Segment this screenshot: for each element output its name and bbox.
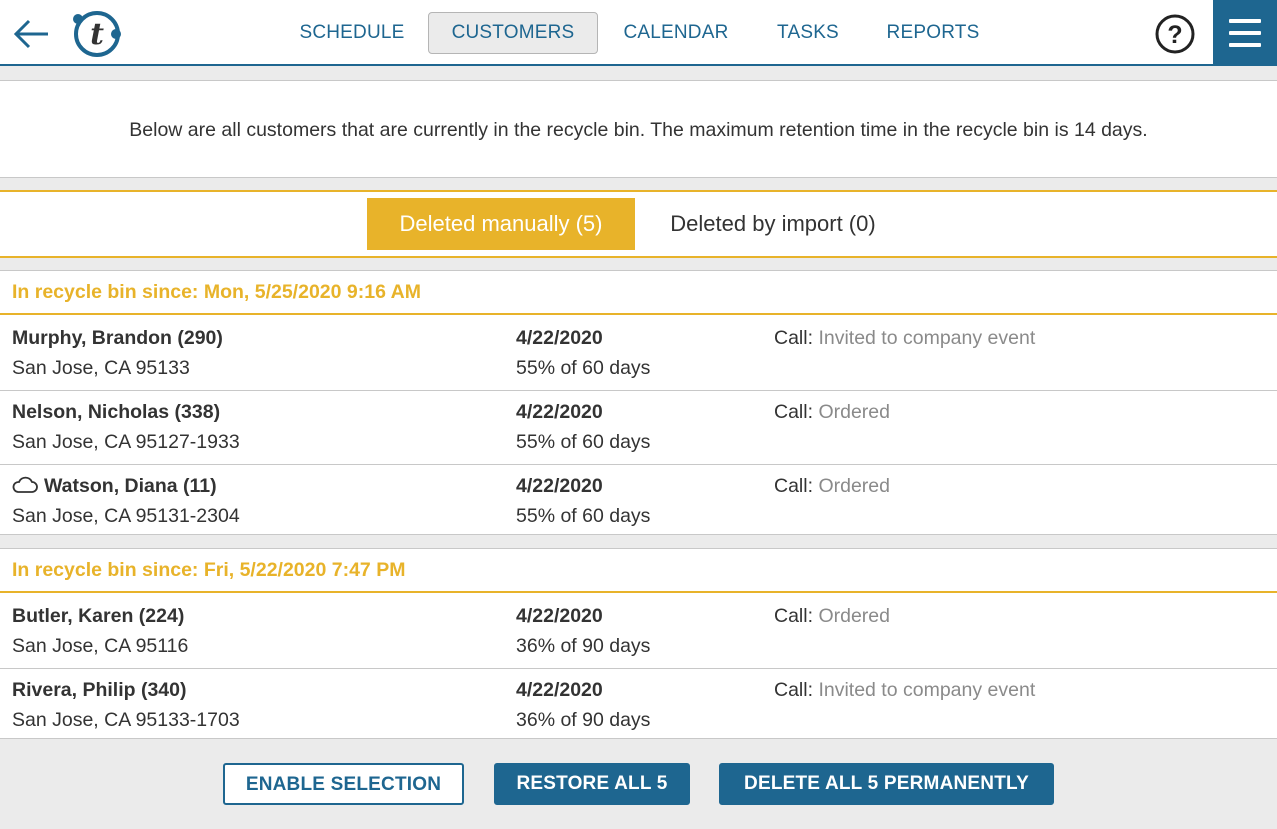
- restore-all-button[interactable]: RESTORE ALL 5: [494, 763, 690, 805]
- delete-all-button[interactable]: DELETE ALL 5 PERMANENTLY: [719, 763, 1054, 805]
- nav-schedule[interactable]: SCHEDULE: [282, 12, 422, 54]
- customer-date: 4/22/2020: [516, 679, 603, 701]
- call-status: Call: Ordered: [774, 605, 890, 627]
- menu-button[interactable]: [1213, 0, 1277, 66]
- customer-date: 4/22/2020: [516, 605, 603, 627]
- recycle-group: In recycle bin since: Fri, 5/22/2020 7:4…: [0, 548, 1277, 739]
- info-panel: Below are all customers that are current…: [0, 80, 1277, 178]
- customer-row[interactable]: Butler, Karen (224) San Jose, CA 95116 4…: [0, 595, 1277, 669]
- customer-name: Watson, Diana (11): [44, 475, 217, 497]
- customer-date: 4/22/2020: [516, 327, 603, 349]
- customer-row[interactable]: Watson, Diana (11) San Jose, CA 95131-23…: [0, 465, 1277, 539]
- app-header: t SCHEDULE CUSTOMERS CALENDAR TASKS REPO…: [0, 0, 1277, 66]
- customer-address: San Jose, CA 95133: [12, 357, 190, 379]
- nav-tasks[interactable]: TASKS: [758, 12, 858, 54]
- retention-progress: 55% of 60 days: [516, 505, 651, 527]
- customer-address: San Jose, CA 95127-1933: [12, 431, 240, 453]
- info-text: Below are all customers that are current…: [129, 119, 1148, 141]
- hamburger-icon: [1229, 19, 1261, 23]
- group-header: In recycle bin since: Fri, 5/22/2020 7:4…: [0, 549, 1277, 593]
- enable-selection-button[interactable]: ENABLE SELECTION: [223, 763, 464, 805]
- customer-row[interactable]: Rivera, Philip (340) San Jose, CA 95133-…: [0, 669, 1277, 743]
- group-title: In recycle bin since: Fri, 5/22/2020 7:4…: [12, 559, 406, 581]
- customer-row[interactable]: Murphy, Brandon (290) San Jose, CA 95133…: [0, 317, 1277, 391]
- svg-text:?: ?: [1167, 21, 1182, 49]
- nav-calendar[interactable]: CALENDAR: [606, 12, 746, 54]
- main-nav: SCHEDULE CUSTOMERS CALENDAR TASKS REPORT…: [0, 0, 1277, 66]
- retention-progress: 36% of 90 days: [516, 635, 651, 657]
- tab-deleted-manually[interactable]: Deleted manually (5): [367, 198, 635, 250]
- tab-deleted-by-import[interactable]: Deleted by import (0): [642, 198, 904, 250]
- customer-date: 4/22/2020: [516, 401, 603, 423]
- customer-row[interactable]: Nelson, Nicholas (338) San Jose, CA 9512…: [0, 391, 1277, 465]
- nav-reports[interactable]: REPORTS: [872, 12, 994, 54]
- group-header: In recycle bin since: Mon, 5/25/2020 9:1…: [0, 271, 1277, 315]
- filter-tabs: Deleted manually (5) Deleted by import (…: [0, 190, 1277, 258]
- action-bar: ENABLE SELECTION RESTORE ALL 5 DELETE AL…: [0, 740, 1277, 829]
- help-button[interactable]: ?: [1155, 14, 1195, 54]
- customer-address: San Jose, CA 95116: [12, 635, 189, 657]
- customer-address: San Jose, CA 95131-2304: [12, 505, 240, 527]
- call-status: Call: Invited to company event: [774, 679, 1036, 701]
- call-status: Call: Ordered: [774, 475, 890, 497]
- call-status: Call: Ordered: [774, 401, 890, 423]
- customer-name: Nelson, Nicholas (338): [12, 401, 221, 423]
- retention-progress: 36% of 90 days: [516, 709, 651, 731]
- customer-name: Murphy, Brandon (290): [12, 327, 223, 349]
- customer-name: Butler, Karen (224): [12, 605, 185, 627]
- recycle-group: In recycle bin since: Mon, 5/25/2020 9:1…: [0, 270, 1277, 535]
- help-icon: ?: [1155, 14, 1195, 54]
- call-status: Call: Invited to company event: [774, 327, 1036, 349]
- group-title: In recycle bin since: Mon, 5/25/2020 9:1…: [12, 281, 421, 303]
- customer-date: 4/22/2020: [516, 475, 603, 497]
- retention-progress: 55% of 60 days: [516, 357, 651, 379]
- customer-address: San Jose, CA 95133-1703: [12, 709, 240, 731]
- customer-name: Rivera, Philip (340): [12, 679, 187, 701]
- nav-customers[interactable]: CUSTOMERS: [428, 12, 598, 54]
- retention-progress: 55% of 60 days: [516, 431, 651, 453]
- cloud-icon: [12, 476, 38, 493]
- customer-name-with-cloud: Watson, Diana (11): [12, 475, 217, 498]
